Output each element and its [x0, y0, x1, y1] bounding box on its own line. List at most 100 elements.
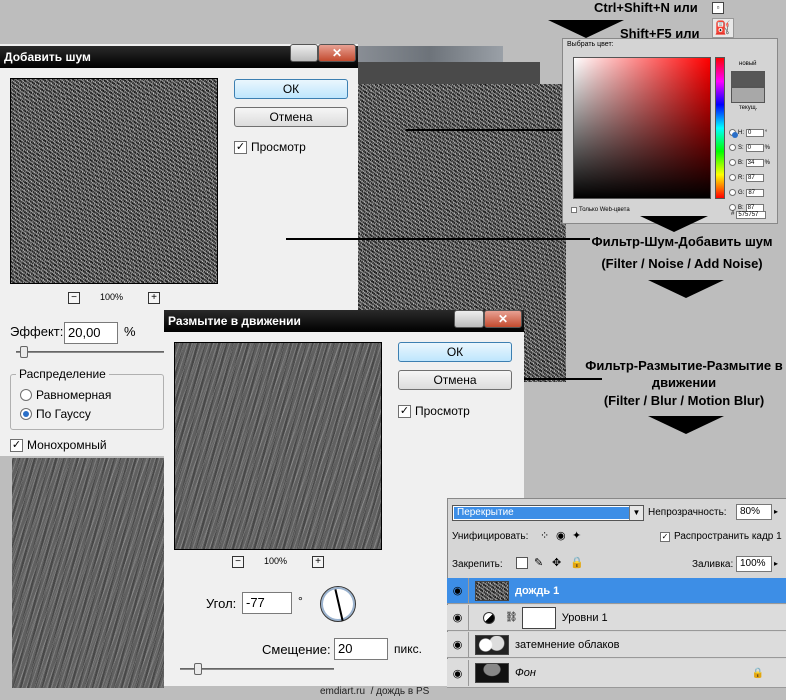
monochrome-checkbox[interactable]: ✓ Монохромный	[10, 438, 107, 452]
close-button[interactable]: ✕	[484, 310, 522, 328]
blend-mode-select[interactable]: Перекрытие ▼	[452, 505, 644, 521]
angle-label: Угол:	[206, 596, 237, 611]
lock-all-icon[interactable]: 🔒	[570, 556, 584, 569]
noise-pointer-line	[286, 238, 590, 240]
opacity-label: Непрозрачность:	[648, 507, 727, 518]
layer-name: Фон	[515, 667, 536, 679]
unify-style-icon[interactable]: ✦	[572, 529, 581, 542]
eye-icon[interactable]: ◉	[447, 660, 469, 686]
fill-arrow-icon[interactable]: ▸	[774, 559, 778, 568]
field-g-input[interactable]: 87	[746, 188, 765, 197]
field-h: H: 0 °	[729, 125, 777, 140]
zoom-out-button[interactable]: −	[232, 556, 244, 568]
propagate-checkbox[interactable]: ✓ Распространить кадр 1	[660, 531, 782, 542]
noise-preview	[10, 78, 218, 284]
web-only-checkbox[interactable]: Только Web-цвета	[571, 207, 630, 213]
cancel-button[interactable]: Отмена	[234, 107, 348, 127]
layer-name: Уровни 1	[561, 611, 608, 624]
layer-row-rain[interactable]: ◉ дождь 1	[447, 577, 786, 604]
angle-dial[interactable]	[320, 586, 356, 622]
current-color-swatch	[731, 87, 765, 103]
lock-label: Закрепить:	[452, 559, 503, 570]
field-s-input[interactable]: 0	[745, 143, 764, 152]
fill-label: Заливка:	[692, 559, 734, 570]
minimize-button[interactable]	[290, 44, 318, 62]
color-field[interactable]	[573, 57, 711, 199]
new-color-label: новый	[739, 61, 757, 67]
lock-position-icon[interactable]: ✥	[552, 556, 561, 569]
layer-thumbnail	[475, 580, 509, 601]
arrow-down-icon	[640, 216, 708, 232]
footer-credit: emdiart.ru / дождь в PS	[320, 686, 430, 697]
field-g: G: 87	[729, 185, 777, 200]
eye-icon[interactable]: ◉	[447, 577, 469, 604]
field-r: R: 87	[729, 170, 777, 185]
blur-annotation-line1: Фильтр-Размытие-Размытие в	[585, 358, 783, 373]
arrow-down-icon	[648, 280, 724, 298]
paint-bucket-icon[interactable]: ⛽	[712, 18, 734, 38]
angle-unit: °	[298, 594, 303, 608]
angle-dial-needle	[334, 589, 344, 621]
layer-row-background[interactable]: ◉ Фон 🔒	[447, 659, 786, 688]
effect-slider[interactable]	[16, 351, 164, 353]
distribution-label: Распределение	[16, 367, 109, 381]
offset-slider-thumb[interactable]	[194, 663, 202, 675]
color-hue-slider[interactable]	[715, 57, 725, 199]
distribution-group	[10, 374, 164, 430]
chain-link-icon[interactable]: ⛓	[505, 612, 518, 623]
layer-row-clouds[interactable]: ◉ затемнение облаков	[447, 631, 786, 658]
layer-thumbnail	[475, 634, 509, 655]
layer-row-levels[interactable]: ◉ ⛓ Уровни 1	[447, 604, 786, 631]
blur-annotation-line3: (Filter / Blur / Motion Blur)	[603, 393, 765, 408]
new-layer-icon[interactable]: ▫	[712, 2, 724, 14]
layer-name: затемнение облаков	[515, 638, 620, 651]
effect-slider-thumb[interactable]	[20, 346, 28, 358]
field-s: S: 0%	[729, 140, 777, 155]
hex-field[interactable]: #575757	[731, 211, 767, 219]
lock-pixels-icon[interactable]: ✎	[534, 556, 543, 569]
field-h-input[interactable]: 0	[746, 128, 764, 137]
ok-button[interactable]: ОК	[398, 342, 512, 362]
offset-input[interactable]: 20	[334, 638, 388, 660]
offset-label: Смещение:	[262, 642, 331, 657]
preview-checkbox[interactable]: ✓ Просмотр	[398, 404, 470, 418]
effect-input[interactable]: 20,00	[64, 322, 118, 344]
zoom-level: 100%	[264, 556, 288, 566]
gaussian-radio[interactable]: По Гауссу	[20, 407, 91, 421]
ok-button[interactable]: ОК	[234, 79, 348, 99]
lock-transparency-icon[interactable]	[516, 557, 528, 569]
opacity-input[interactable]: 80%	[736, 504, 772, 520]
cancel-button[interactable]: Отмена	[398, 370, 512, 390]
blur-annotation-line2: движении	[651, 375, 717, 390]
zoom-in-button[interactable]: +	[148, 292, 160, 304]
adjustment-icon	[483, 611, 495, 624]
fill-input[interactable]: 100%	[736, 556, 772, 572]
background-dark-window	[358, 62, 540, 84]
offset-slider[interactable]	[180, 668, 334, 670]
angle-input[interactable]: -77	[242, 592, 292, 614]
zoom-in-button[interactable]: +	[312, 556, 324, 568]
arrow-down-icon	[548, 20, 624, 38]
field-r-input[interactable]: 87	[746, 173, 764, 182]
zoom-out-button[interactable]: −	[68, 292, 80, 304]
preview-checkbox[interactable]: ✓ Просмотр	[234, 140, 306, 154]
unify-visibility-icon[interactable]: ◉	[556, 529, 566, 542]
close-button[interactable]: ✕	[318, 44, 356, 62]
field-b-input[interactable]: 34	[745, 158, 764, 167]
layer-thumbnail	[475, 663, 509, 683]
eye-icon[interactable]: ◉	[447, 631, 469, 658]
new-color-swatch	[731, 71, 765, 87]
color-picker-title: Выбрать цвет:	[567, 41, 614, 48]
layer-mask-thumbnail	[521, 606, 556, 629]
uniform-radio[interactable]: Равномерная	[20, 388, 111, 402]
chevron-down-icon: ▼	[629, 506, 643, 520]
arrow-down-icon	[648, 416, 724, 434]
eye-icon[interactable]: ◉	[447, 604, 469, 631]
offset-unit: пикс.	[394, 642, 422, 656]
shortcut-line-1: Ctrl+Shift+N или	[594, 0, 698, 15]
opacity-arrow-icon[interactable]: ▸	[774, 507, 778, 516]
unify-position-icon[interactable]: ⁘	[540, 529, 549, 542]
minimize-button[interactable]	[454, 310, 484, 328]
color-fields: H: 0 ° S: 0% B: 34% R: 87 G: 87 B: 87	[729, 125, 777, 215]
unify-label: Унифицировать:	[452, 531, 529, 542]
